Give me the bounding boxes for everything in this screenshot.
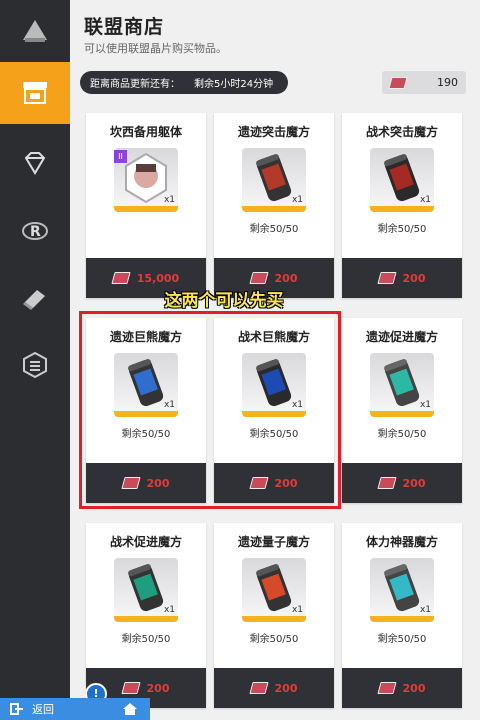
shop-item-card[interactable]: 坎西备用躯体 x1 II 15,000 [86, 113, 206, 298]
item-qty: x1 [419, 195, 431, 205]
item-qty: x1 [291, 195, 303, 205]
shop-item-card[interactable]: 遗迹量子魔方 x1 剩余50/50 200 [214, 523, 334, 708]
item-price: 200 [146, 681, 170, 695]
item-qty: x1 [419, 605, 431, 615]
sidebar: R [0, 0, 78, 720]
annotation-caption: 这两个可以先买 [164, 291, 284, 311]
price-bar: 200 [342, 463, 462, 503]
back-label: 返回 [32, 703, 54, 716]
item-thumbnail: x1 [114, 558, 178, 622]
home-button[interactable] [110, 698, 150, 720]
timer-value: 剩余5小时24分钟 [194, 79, 274, 90]
timer-label: 距离商品更新还有： [90, 79, 180, 90]
sidebar-item-r[interactable]: R [0, 200, 70, 262]
item-stock: 剩余50/50 [249, 224, 299, 235]
item-thumbnail: x1 [370, 148, 434, 212]
shop-item-card[interactable]: 遗迹突击魔方 x1 剩余50/50 200 [214, 113, 334, 298]
item-price: 15,000 [136, 271, 180, 285]
item-name: 体力神器魔方 [365, 535, 438, 549]
item-stock: 剩余50/50 [377, 634, 427, 645]
item-name: 战术促进魔方 [109, 535, 182, 549]
chip-icon [120, 682, 141, 694]
item-price: 200 [402, 681, 426, 695]
tag-icon [23, 290, 45, 310]
page-title: 联盟商店 [84, 16, 165, 38]
r-logo-icon: R [22, 222, 48, 240]
diamond-icon [24, 152, 46, 175]
item-name: 遗迹突击魔方 [237, 125, 310, 139]
shop-item-card[interactable]: 战术促进魔方 x1 剩余50/50 200 [86, 523, 206, 708]
price-bar: 200 [342, 668, 462, 708]
chip-icon [248, 682, 269, 694]
item-thumbnail: x1 [370, 558, 434, 622]
item-qty: x1 [163, 195, 175, 205]
shop-main: 联盟商店 可以使用联盟晶片购买物品。 距离商品更新还有： 剩余5小时24分钟 1… [70, 0, 480, 720]
chip-icon [248, 272, 269, 284]
item-price: 200 [402, 476, 426, 490]
highlight-box [79, 311, 341, 509]
currency-display: 190 [382, 71, 466, 94]
item-name: 遗迹促进魔方 [365, 330, 438, 344]
price-bar: 200 [214, 668, 334, 708]
item-price: 200 [274, 681, 298, 695]
item-price: 200 [274, 271, 298, 285]
item-name: 坎西备用躯体 [109, 125, 182, 139]
sidebar-item-ship[interactable] [0, 0, 70, 62]
chip-icon [376, 682, 397, 694]
sidebar-item-diamond[interactable] [0, 132, 70, 194]
tier-badge: II [114, 150, 127, 163]
item-price: 200 [402, 271, 426, 285]
item-qty: x1 [291, 605, 303, 615]
sidebar-item-shop[interactable] [0, 62, 78, 124]
chip-icon [376, 477, 397, 489]
hex-badge-icon [23, 351, 47, 379]
item-thumbnail: x1 [242, 558, 306, 622]
chip-icon [111, 272, 131, 284]
currency-amount: 190 [437, 76, 458, 89]
item-stock: 剩余50/50 [377, 224, 427, 235]
back-button[interactable]: 返回 [0, 698, 110, 720]
price-bar: 200 [342, 258, 462, 298]
chip-icon [376, 272, 397, 284]
shop-item-card[interactable]: 遗迹促进魔方 x1 剩余50/50 200 [342, 318, 462, 503]
ship-icon [23, 20, 47, 42]
shop-item-card[interactable]: 体力神器魔方 x1 剩余50/50 200 [342, 523, 462, 708]
item-stock: 剩余50/50 [249, 634, 299, 645]
item-name: 战术突击魔方 [365, 125, 438, 139]
item-stock: 剩余50/50 [377, 429, 427, 440]
item-stock: 剩余50/50 [121, 634, 171, 645]
page-subtitle: 可以使用联盟晶片购买物品。 [84, 42, 227, 55]
item-thumbnail: x1 [242, 148, 306, 212]
sidebar-item-tag[interactable] [0, 268, 70, 330]
item-qty: x1 [419, 400, 431, 410]
item-thumbnail: x1 [370, 353, 434, 417]
refresh-timer: 距离商品更新还有： 剩余5小时24分钟 [80, 71, 288, 94]
item-name: 遗迹量子魔方 [237, 535, 310, 549]
chip-icon [388, 76, 408, 89]
shop-item-card[interactable]: 战术突击魔方 x1 剩余50/50 200 [342, 113, 462, 298]
exit-icon [10, 703, 23, 715]
shop-icon [23, 82, 47, 104]
home-icon [123, 703, 137, 715]
sidebar-item-hex[interactable] [0, 334, 70, 396]
svg-text:R: R [30, 224, 41, 240]
item-qty: x1 [163, 605, 175, 615]
